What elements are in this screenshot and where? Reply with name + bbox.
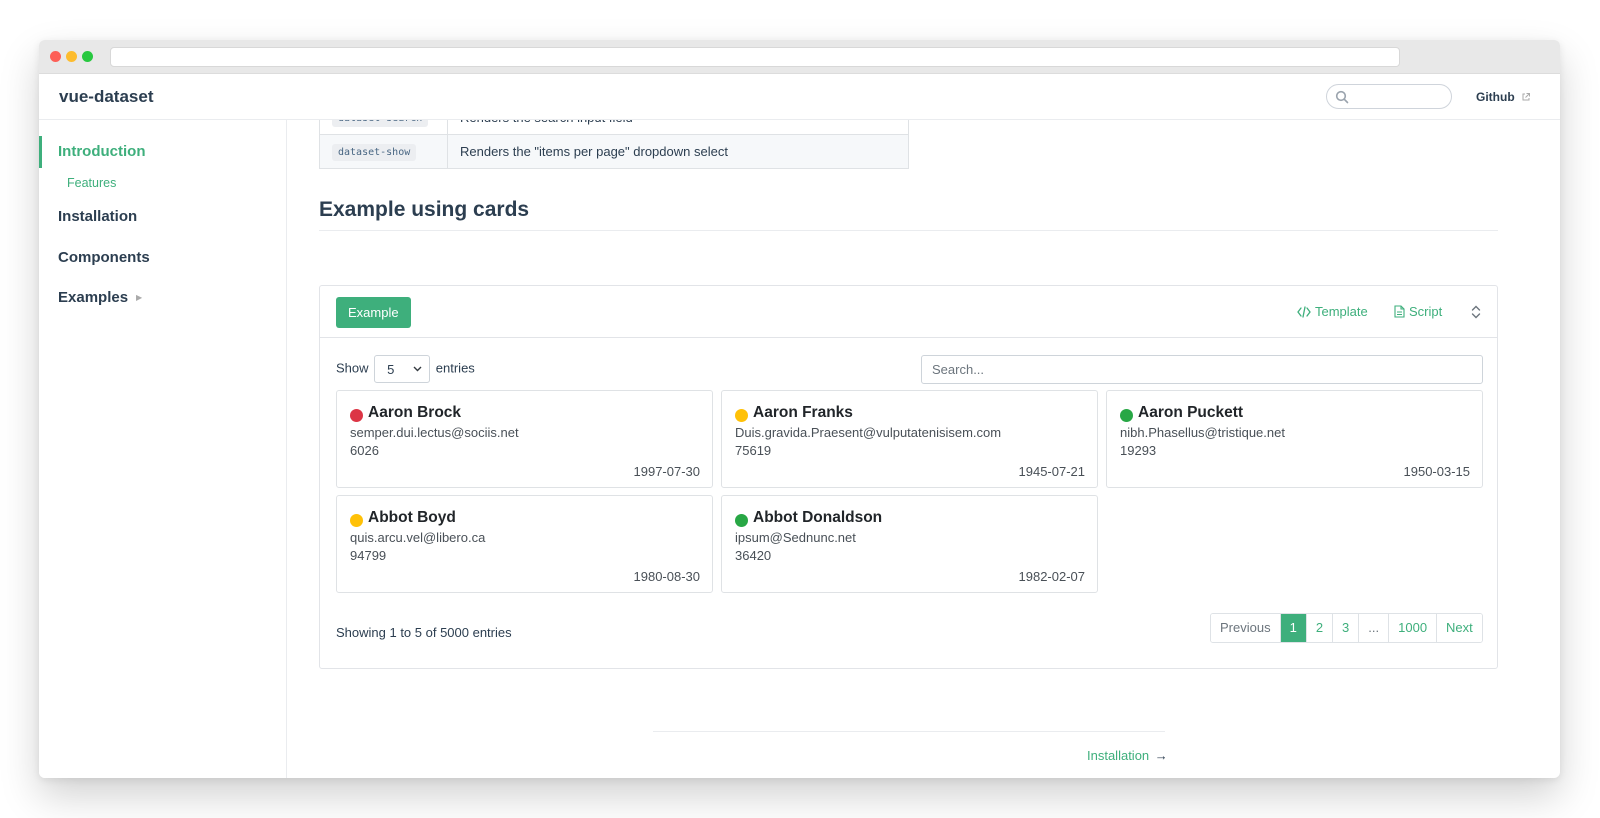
example-tab-button[interactable]: Example [336,297,411,328]
status-indicator [350,514,363,527]
card-date: 1945-07-21 [1018,464,1086,479]
browser-window: vue-dataset Github Introduction Features… [39,40,1560,778]
sidebar-item-components[interactable]: Components [58,249,150,266]
card-email: nibh.Phasellus@tristique.net [1120,425,1285,440]
component-name: dataset-show [332,143,417,161]
code-icon [1297,306,1311,318]
template-label: Template [1315,304,1368,319]
pagination-page-2[interactable]: 2 [1305,614,1333,642]
items-per-page-select[interactable]: 5 [374,355,431,383]
card-date: 1980-08-30 [633,569,701,584]
search-icon [1335,90,1349,104]
main-content: dataset-search Renders the search input … [288,120,1560,778]
sidebar-item-label: Introduction [58,143,146,160]
card-email: semper.dui.lectus@sociis.net [350,425,519,440]
components-table: dataset-search Renders the search input … [319,120,909,169]
external-link-icon [1522,93,1530,101]
top-navbar: vue-dataset Github [39,74,1560,120]
component-name: dataset-search [332,120,429,127]
next-page-link[interactable]: Installation → [1087,748,1168,763]
table-cell: dataset-show [319,134,448,169]
page-nav-divider [653,731,1165,732]
show-label: Show [336,360,369,376]
status-indicator [350,409,363,422]
pagination-previous-button[interactable]: Previous [1211,614,1280,642]
section-heading: Example using cards [319,198,1498,231]
status-indicator [735,514,748,527]
card-name: Aaron Brock [368,404,462,421]
site-brand[interactable]: vue-dataset [59,87,153,107]
expand-collapse-icon[interactable] [1470,304,1482,320]
card-name: Abbot Boyd [368,509,456,526]
caret-right-icon: ▶ [136,293,143,302]
address-bar[interactable] [110,47,1400,67]
sidebar-item-installation[interactable]: Installation [58,208,137,225]
person-card: Aaron Puckett nibh.Phasellus@tristique.n… [1106,390,1483,488]
file-icon [1394,305,1405,318]
pagination-next-button[interactable]: Next [1436,614,1482,642]
script-tab-button[interactable]: Script [1394,304,1442,319]
sidebar-subitem-features[interactable]: Features [67,176,116,190]
card-date: 1950-03-15 [1403,464,1471,479]
sidebar-item-label: Examples [58,289,129,306]
entries-label: entries [435,360,475,376]
maximize-window-icon[interactable] [82,51,93,62]
card-name: Aaron Puckett [1138,404,1244,421]
table-cell: Renders the search input field [447,120,909,135]
nav-search-input[interactable] [1326,84,1452,109]
pagination: Previous 1 2 3 ... 1000 Next [1210,613,1483,643]
sidebar-item-introduction[interactable]: Introduction [39,136,287,168]
script-label: Script [1409,304,1443,319]
person-card: Aaron Franks Duis.gravida.Praesent@vulpu… [721,390,1098,488]
card-number: 6026 [350,443,379,458]
pagination-ellipsis: ... [1358,614,1389,642]
pagination-page-last[interactable]: 1000 [1388,614,1437,642]
card-email: quis.arcu.vel@libero.ca [350,530,486,545]
pagination-page-3[interactable]: 3 [1332,614,1359,642]
pagination-page-1[interactable]: 1 [1279,614,1306,642]
sidebar-item-examples[interactable]: Examples ▶ [58,289,142,306]
close-window-icon[interactable] [50,51,61,62]
demo-header: Example Template Script [320,286,1497,338]
chevron-down-icon [413,366,422,372]
person-card: Abbot Boyd quis.arcu.vel@libero.ca 94799… [336,495,713,593]
template-tab-button[interactable]: Template [1297,304,1368,319]
select-value: 5 [387,362,395,377]
card-date: 1982-02-07 [1018,569,1086,584]
items-per-page-control: Show 5 entries [336,355,475,383]
card-number: 94799 [350,548,387,563]
github-label: Github [1476,90,1515,104]
sidebar: Introduction Features Installation Compo… [39,120,287,778]
card-email: ipsum@Sednunc.net [735,530,856,545]
card-email: Duis.gravida.Praesent@vulputatenisisem.c… [735,425,1002,440]
table-row: dataset-search Renders the search input … [319,120,909,135]
card-number: 19293 [1120,443,1157,458]
status-indicator [735,409,748,422]
showing-entries-info: Showing 1 to 5 of 5000 entries [336,625,512,640]
card-date: 1997-07-30 [633,464,701,479]
status-indicator [1120,409,1133,422]
person-card: Aaron Brock semper.dui.lectus@sociis.net… [336,390,713,488]
window-titlebar [39,40,1560,74]
table-cell: Renders the "items per page" dropdown se… [447,134,909,169]
next-page-label: Installation [1087,748,1150,763]
minimize-window-icon[interactable] [66,51,77,62]
card-name: Abbot Donaldson [753,509,883,526]
card-name: Aaron Franks [753,404,853,421]
github-link[interactable]: Github [1476,90,1531,104]
person-card: Abbot Donaldson ipsum@Sednunc.net 36420 … [721,495,1098,593]
dataset-search-input[interactable]: Search... [921,355,1483,384]
table-row: dataset-show Renders the "items per page… [319,134,909,169]
card-number: 36420 [735,548,772,563]
arrow-right-icon: → [1154,748,1168,763]
card-number: 75619 [735,443,772,458]
demo-container: Example Template Script Show 5 entries S… [319,285,1498,669]
table-cell: dataset-search [319,120,448,135]
